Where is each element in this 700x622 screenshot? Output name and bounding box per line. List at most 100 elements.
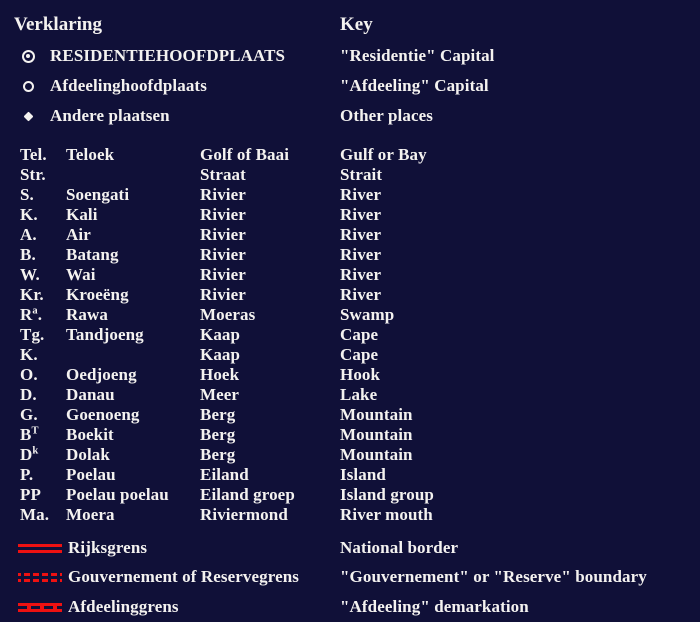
open-circle-icon — [14, 72, 42, 100]
abbreviation-superscript: k — [32, 445, 39, 457]
feature-type-english: River mouth — [340, 505, 433, 524]
abbreviation-term: Boekit — [66, 425, 114, 444]
abbreviation-code: Kr. — [20, 285, 44, 304]
feature-type-dutch: Moeras — [200, 305, 256, 324]
abbreviation-code: W. — [20, 265, 40, 284]
feature-type-dutch: Berg — [200, 405, 236, 424]
abbreviation-row: K. Kaap Cape — [0, 345, 700, 365]
feature-type-english: River — [340, 185, 382, 204]
abbreviation-row: G. Goenoeng Berg Mountain — [0, 405, 700, 425]
feature-type-english: Lake — [340, 385, 378, 404]
legend-symbol-row-afdeeling: Afdeelinghoofdplaats "Afdeeling" Capital — [0, 72, 700, 100]
feature-type-dutch: Berg — [200, 425, 236, 444]
feature-type-english: Island group — [340, 485, 434, 504]
abbreviation-row: B. Batang Rivier River — [0, 245, 700, 265]
feature-type-dutch: Straat — [200, 165, 246, 184]
abbreviation-code: A. — [20, 225, 37, 244]
abbreviation-term: Poelau — [66, 465, 116, 484]
legend-border-row-afdeeling: Afdeelinggrens "Afdeeling" demarkation — [0, 592, 700, 622]
map-legend-panel: Verklaring Key RESIDENTIEHOOFDPLAATS "Re… — [0, 0, 700, 620]
symbol-label-dutch: Andere plaatsen — [50, 106, 170, 125]
feature-type-dutch: Riviermond — [200, 505, 288, 524]
feature-type-dutch: Kaap — [200, 345, 241, 364]
abbreviation-term: Teloek — [66, 145, 115, 164]
dashed-border-line-icon — [18, 592, 62, 622]
border-label-english: "Afdeeling" demarkation — [340, 597, 529, 616]
abbreviation-term: Tandjoeng — [66, 325, 144, 344]
abbreviation-code: Str. — [20, 165, 46, 184]
abbreviation-code: P. — [20, 465, 34, 484]
border-label-dutch: Afdeelinggrens — [68, 597, 179, 616]
abbreviation-term: Kroeëng — [66, 285, 129, 304]
abbreviation-row: PP Poelau poelau Eiland groep Island group — [0, 485, 700, 505]
abbreviation-term: Rawa — [66, 305, 108, 324]
feature-type-english: Swamp — [340, 305, 395, 324]
feature-type-english: River — [340, 205, 382, 224]
legend-heading-english: Key — [340, 14, 373, 35]
abbreviation-code: K. — [20, 205, 38, 224]
legend-border-row-gouvernement: Gouvernement of Reservegrens "Gouverneme… — [0, 562, 700, 592]
feature-type-dutch: Kaap — [200, 325, 241, 344]
feature-type-english: Mountain — [340, 405, 413, 424]
feature-type-english: Gulf or Bay — [340, 145, 427, 164]
abbreviation-row: A. Air Rivier River — [0, 225, 700, 245]
abbreviation-code: Dk — [20, 445, 39, 464]
feature-type-dutch: Eiland groep — [200, 485, 295, 504]
feature-type-dutch: Hoek — [200, 365, 240, 384]
abbreviation-code: B. — [20, 245, 36, 264]
legend-symbol-row-residentie: RESIDENTIEHOOFDPLAATS "Residentie" Capit… — [0, 42, 700, 70]
feature-type-english: Mountain — [340, 445, 413, 464]
abbreviation-row: D. Danau Meer Lake — [0, 385, 700, 405]
feature-type-english: Strait — [340, 165, 383, 184]
solid-border-line-icon — [18, 533, 62, 563]
abbreviation-code: Tg. — [20, 325, 45, 344]
abbreviation-row: P. Poelau Eiland Island — [0, 465, 700, 485]
abbreviation-row: Ra. Rawa Moeras Swamp — [0, 305, 700, 325]
legend-symbol-row-andere: Andere plaatsen Other places — [0, 102, 700, 130]
abbreviation-code: D. — [20, 385, 37, 404]
abbreviation-row: BT Boekit Berg Mountain — [0, 425, 700, 445]
feature-type-dutch: Eiland — [200, 465, 249, 484]
border-label-dutch: Rijksgrens — [68, 538, 148, 557]
abbreviation-term: Poelau poelau — [66, 485, 169, 504]
feature-type-english: Island — [340, 465, 386, 484]
feature-type-english: Mountain — [340, 425, 413, 444]
abbreviation-row: Dk Dolak Berg Mountain — [0, 445, 700, 465]
symbol-label-dutch: RESIDENTIEHOOFDPLAATS — [50, 46, 286, 65]
abbreviation-code: G. — [20, 405, 38, 424]
feature-type-english: Cape — [340, 345, 379, 364]
abbreviation-superscript: a — [32, 305, 38, 317]
border-label-dutch: Gouvernement of Reservegrens — [68, 567, 299, 586]
feature-type-english: Hook — [340, 365, 381, 384]
abbreviation-code: PP — [20, 485, 41, 504]
feature-type-dutch: Rivier — [200, 245, 246, 264]
legend-border-row-national: Rijksgrens National border — [0, 533, 700, 563]
abbreviation-row: O. Oedjoeng Hoek Hook — [0, 365, 700, 385]
abbreviation-term: Wai — [66, 265, 96, 284]
feature-type-english: Cape — [340, 325, 379, 344]
abbreviation-row: S. Soengati Rivier River — [0, 185, 700, 205]
feature-type-dutch: Rivier — [200, 205, 246, 224]
border-label-english: National border — [340, 538, 459, 557]
abbreviation-term: Air — [66, 225, 91, 244]
abbreviation-code: Ma. — [20, 505, 50, 524]
abbreviation-row: W. Wai Rivier River — [0, 265, 700, 285]
abbreviation-row: Ma. Moera Riviermond River mouth — [0, 505, 700, 525]
abbreviation-code: Ra. — [20, 305, 43, 324]
abbreviation-term: Dolak — [66, 445, 110, 464]
abbreviation-term: Batang — [66, 245, 119, 264]
abbreviation-term: Soengati — [66, 185, 130, 204]
abbreviation-term: Oedjoeng — [66, 365, 137, 384]
abbreviation-superscript: T — [31, 425, 39, 437]
abbreviation-code: BT — [20, 425, 39, 444]
feature-type-dutch: Rivier — [200, 265, 246, 284]
abbreviation-row: Kr. Kroeëng Rivier River — [0, 285, 700, 305]
feature-type-dutch: Golf of Baai — [200, 145, 290, 164]
feature-type-dutch: Meer — [200, 385, 240, 404]
abbreviation-term: Moera — [66, 505, 115, 524]
symbol-label-english: Other places — [340, 106, 433, 125]
feature-type-english: River — [340, 285, 382, 304]
abbreviation-code: Tel. — [20, 145, 47, 164]
abbreviation-term: Goenoeng — [66, 405, 140, 424]
abbreviation-row: K. Kali Rivier River — [0, 205, 700, 225]
